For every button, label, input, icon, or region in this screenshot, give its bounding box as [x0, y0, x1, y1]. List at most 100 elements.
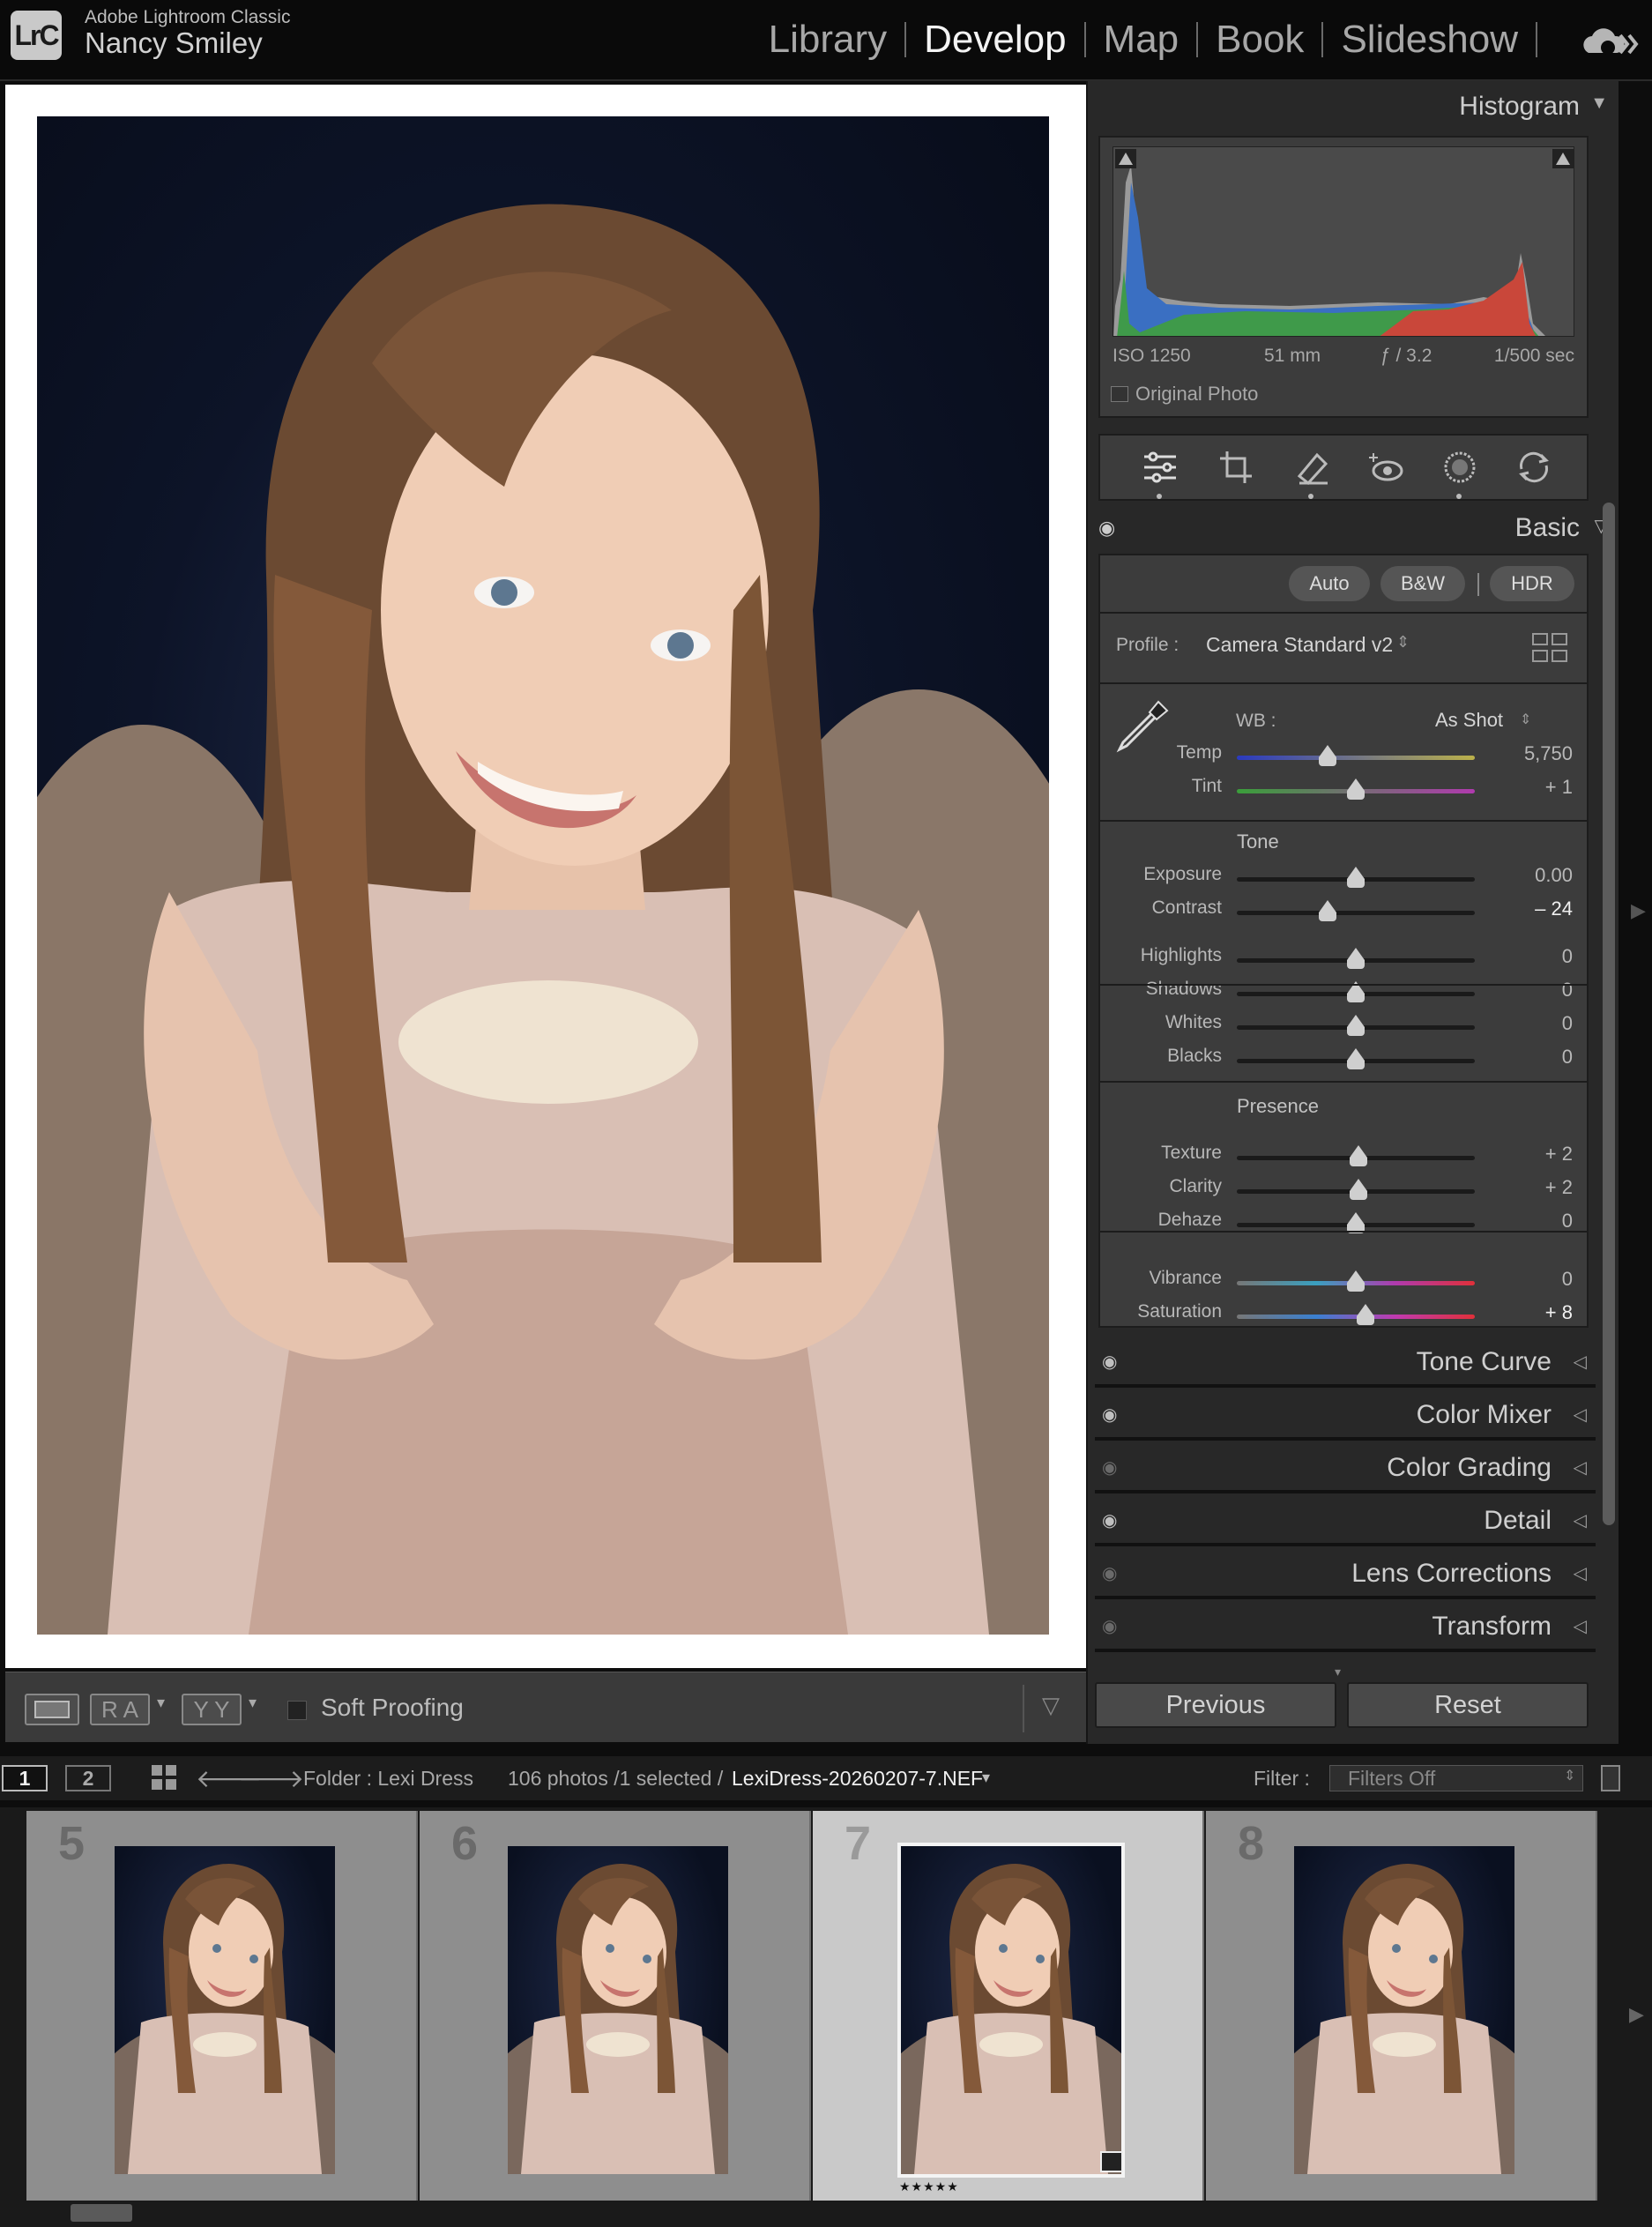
slider-track[interactable]: [1237, 1145, 1475, 1166]
panel-lens-corrections[interactable]: ◉ Lens Corrections ◁: [1095, 1548, 1596, 1599]
slider-value[interactable]: 0: [1562, 1210, 1573, 1233]
slider-thumb[interactable]: [1318, 745, 1336, 766]
red-eye-icon[interactable]: [1368, 450, 1403, 485]
reset-button[interactable]: Reset: [1347, 1682, 1589, 1728]
healing-eraser-icon[interactable]: [1294, 450, 1329, 485]
slider-track[interactable]: [1237, 1212, 1475, 1233]
crop-icon[interactable]: [1218, 450, 1254, 485]
slider-track[interactable]: [1237, 745, 1475, 766]
slider-thumb[interactable]: [1347, 1048, 1365, 1069]
profile-browser-grid-icon[interactable]: [1532, 633, 1567, 663]
panel-color-grading[interactable]: ◉ Color Grading ◁: [1095, 1442, 1596, 1493]
eye-icon[interactable]: ◉: [1098, 517, 1115, 540]
eye-icon[interactable]: ◉: [1102, 1351, 1117, 1373]
profile-select[interactable]: Camera Standard v2: [1206, 633, 1393, 657]
slider-track[interactable]: [1237, 1179, 1475, 1200]
slider-thumb[interactable]: [1347, 1015, 1365, 1036]
basic-panel-title[interactable]: Basic: [1515, 513, 1580, 543]
slider-track[interactable]: [1237, 867, 1475, 888]
cloud-sync-icon[interactable]: [1581, 23, 1643, 62]
thumbnail-image[interactable]: [1294, 1846, 1514, 2174]
eye-icon[interactable]: ◉: [1102, 1562, 1117, 1584]
slider-thumb[interactable]: [1347, 948, 1365, 969]
expand-triangle-icon[interactable]: ◁: [1574, 1351, 1587, 1373]
slider-thumb[interactable]: [1347, 867, 1365, 888]
chevron-down-icon[interactable]: ▾: [982, 1769, 990, 1787]
slider-value[interactable]: + 1: [1545, 776, 1573, 799]
filter-lock-icon[interactable]: [1601, 1765, 1620, 1791]
filmstrip-cell[interactable]: 5: [26, 1811, 418, 2201]
histogram-graph[interactable]: [1112, 146, 1574, 337]
filmstrip-cell[interactable]: 6: [420, 1811, 811, 2201]
slider-value[interactable]: – 24: [1535, 898, 1573, 920]
slider-thumb[interactable]: [1349, 1145, 1367, 1166]
expand-triangle-icon[interactable]: ◁: [1574, 1615, 1587, 1637]
before-after-ra-button[interactable]: R A: [90, 1694, 150, 1725]
thumbnail-image[interactable]: [508, 1846, 728, 2174]
loupe-view-button[interactable]: [25, 1694, 79, 1725]
slider-track[interactable]: [1237, 981, 1475, 1002]
updown-icon[interactable]: ⇕: [1564, 1767, 1575, 1784]
presets-remix-icon[interactable]: [1516, 450, 1552, 485]
auto-button[interactable]: Auto: [1289, 566, 1370, 601]
slider-thumb[interactable]: [1347, 1212, 1365, 1233]
slider-track[interactable]: [1237, 778, 1475, 800]
slider-track[interactable]: [1237, 900, 1475, 921]
thumbnail-image[interactable]: [897, 1843, 1125, 2178]
slider-value[interactable]: 5,750: [1524, 742, 1573, 765]
slider-value[interactable]: 0: [1562, 1046, 1573, 1069]
image-canvas[interactable]: [5, 85, 1086, 1668]
thumbnail-image[interactable]: [115, 1846, 335, 2174]
star-rating[interactable]: ★★★★★: [899, 2179, 959, 2194]
soft-proofing-checkbox[interactable]: [287, 1701, 307, 1720]
filmstrip-right-toggle-icon[interactable]: ▶: [1629, 2003, 1644, 2026]
chevron-down-icon[interactable]: ▾: [157, 1694, 165, 1712]
eye-icon[interactable]: ◉: [1102, 1509, 1117, 1531]
expand-triangle-icon[interactable]: ◁: [1574, 1509, 1587, 1531]
bw-button[interactable]: B&W: [1380, 566, 1465, 601]
previous-button[interactable]: Previous: [1095, 1682, 1336, 1728]
eye-icon[interactable]: ◉: [1102, 1404, 1117, 1426]
slider-value[interactable]: 0: [1562, 1012, 1573, 1035]
slider-thumb[interactable]: [1347, 1270, 1365, 1292]
panel-transform[interactable]: ◉ Transform ◁: [1095, 1601, 1596, 1652]
slider-value[interactable]: 0: [1562, 1268, 1573, 1291]
updown-icon[interactable]: ⇕: [1520, 711, 1531, 728]
slider-thumb[interactable]: [1347, 778, 1365, 800]
module-library[interactable]: Library: [751, 18, 905, 62]
slider-value[interactable]: 0: [1562, 979, 1573, 1002]
hdr-button[interactable]: HDR: [1490, 566, 1574, 601]
expand-triangle-icon[interactable]: ◁: [1574, 1456, 1587, 1478]
module-develop[interactable]: Develop: [906, 18, 1083, 62]
slider-thumb[interactable]: [1356, 1304, 1374, 1325]
screen-2-button[interactable]: 2: [65, 1765, 111, 1791]
module-map[interactable]: Map: [1086, 18, 1197, 62]
slider-thumb[interactable]: [1318, 900, 1336, 921]
main-photo[interactable]: [37, 116, 1049, 1635]
slider-value[interactable]: + 8: [1545, 1301, 1573, 1324]
grid-view-icon[interactable]: [152, 1765, 178, 1791]
panel-tone-curve[interactable]: ◉ Tone Curve ◁: [1095, 1337, 1596, 1388]
module-slideshow[interactable]: Slideshow: [1323, 18, 1536, 62]
slider-track[interactable]: [1237, 948, 1475, 969]
forward-arrow-icon[interactable]: 🡒: [238, 1763, 304, 1793]
updown-icon[interactable]: ⇕: [1396, 633, 1410, 652]
screen-1-button[interactable]: 1: [2, 1765, 48, 1791]
expand-triangle-icon[interactable]: ◁: [1574, 1404, 1587, 1426]
toolbar-menu-chevron-icon[interactable]: ▽: [1042, 1692, 1060, 1719]
module-book[interactable]: Book: [1198, 18, 1321, 62]
filmstrip-cell[interactable]: 8: [1206, 1811, 1597, 2201]
slider-track[interactable]: [1237, 1270, 1475, 1292]
chevron-down-icon[interactable]: ▾: [249, 1694, 257, 1712]
filmstrip-scrollbar[interactable]: [71, 2204, 132, 2222]
slider-value[interactable]: + 2: [1545, 1143, 1573, 1166]
before-after-yy-button[interactable]: Y Y: [182, 1694, 242, 1725]
slider-track[interactable]: [1237, 1304, 1475, 1325]
wb-select[interactable]: As Shot: [1435, 709, 1503, 732]
filter-select[interactable]: Filters Off: [1329, 1765, 1583, 1791]
slider-thumb[interactable]: [1349, 1179, 1367, 1200]
panel-color-mixer[interactable]: ◉ Color Mixer ◁: [1095, 1389, 1596, 1441]
collapse-triangle-icon[interactable]: ▼: [1590, 93, 1608, 114]
filmstrip-cell[interactable]: 7 ★★★★★: [813, 1811, 1204, 2201]
folder-source[interactable]: Folder : Lexi Dress: [303, 1767, 473, 1791]
